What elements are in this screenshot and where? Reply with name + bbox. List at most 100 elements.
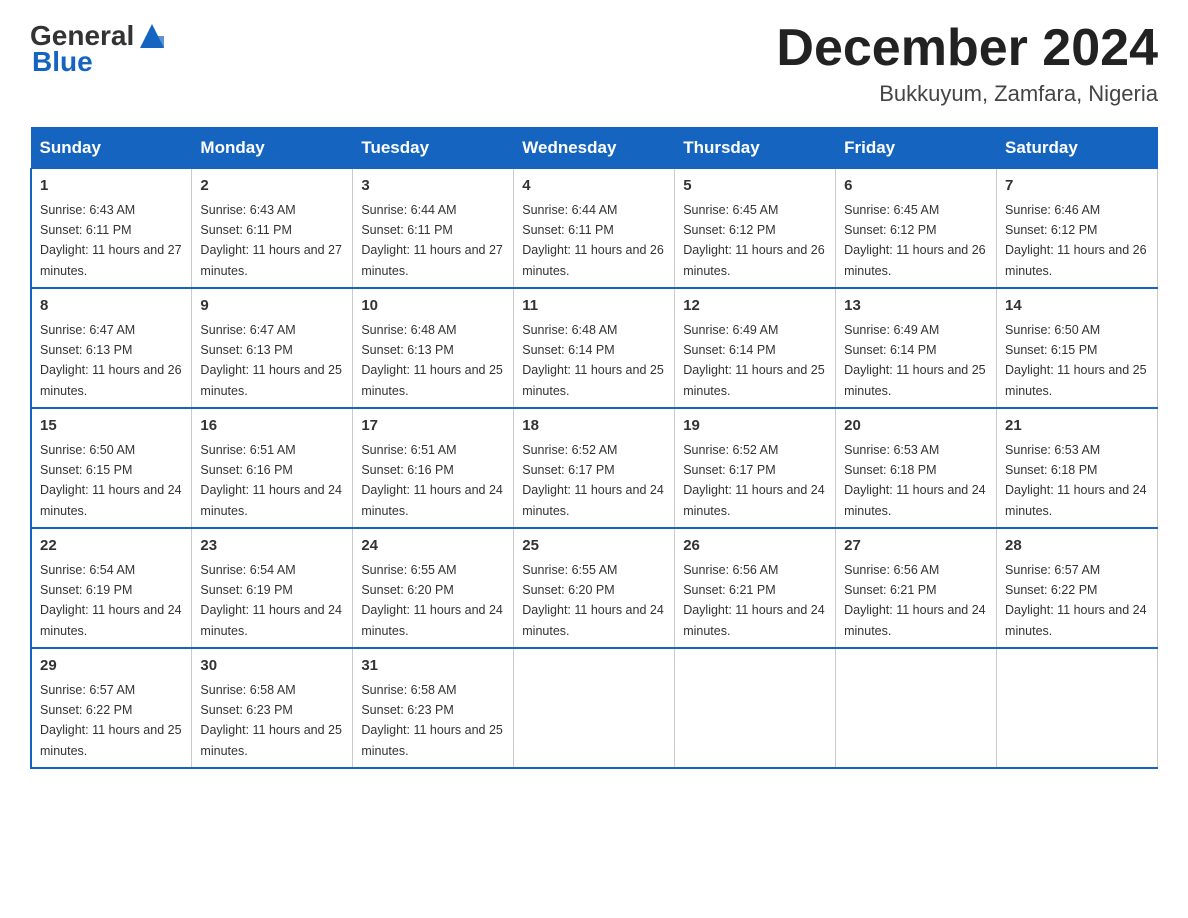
day-cell: 10Sunrise: 6:48 AMSunset: 6:13 PMDayligh…	[353, 288, 514, 408]
day-cell: 16 Sunrise: 6:51 AMSunset: 6:16 PMDayligh…	[192, 408, 353, 528]
calendar-header: SundayMondayTuesdayWednesdayThursdayFrid…	[31, 128, 1158, 169]
day-info: Sunrise: 6:51 AMSunset: 6:16 PMDaylight:…	[361, 443, 503, 518]
calendar-table: SundayMondayTuesdayWednesdayThursdayFrid…	[30, 127, 1158, 769]
header-cell-wednesday: Wednesday	[514, 128, 675, 169]
day-cell	[675, 648, 836, 768]
day-cell: 20 Sunrise: 6:53 AMSunset: 6:18 PMDayligh…	[836, 408, 997, 528]
day-number: 7	[1005, 175, 1149, 198]
day-info: Sunrise: 6:44 AMSunset: 6:11 PMDaylight:…	[361, 203, 503, 278]
day-number: 25	[522, 535, 666, 558]
day-cell: 26 Sunrise: 6:56 AMSunset: 6:21 PMDayligh…	[675, 528, 836, 648]
day-info: Sunrise: 6:47 AMSunset: 6:13 PMDaylight:…	[40, 323, 182, 398]
day-info: Sunrise: 6:50 AMSunset: 6:15 PMDaylight:…	[40, 443, 182, 518]
day-info: Sunrise: 6:49 AMSunset: 6:14 PMDaylight:…	[844, 323, 986, 398]
header-cell-saturday: Saturday	[997, 128, 1158, 169]
day-cell: 27 Sunrise: 6:56 AMSunset: 6:21 PMDayligh…	[836, 528, 997, 648]
header-row: SundayMondayTuesdayWednesdayThursdayFrid…	[31, 128, 1158, 169]
day-info: Sunrise: 6:49 AMSunset: 6:14 PMDaylight:…	[683, 323, 825, 398]
header-cell-thursday: Thursday	[675, 128, 836, 169]
logo-icon	[136, 20, 168, 52]
week-row-2: 8 Sunrise: 6:47 AMSunset: 6:13 PMDaylight…	[31, 288, 1158, 408]
day-cell: 22 Sunrise: 6:54 AMSunset: 6:19 PMDayligh…	[31, 528, 192, 648]
day-number: 31	[361, 655, 505, 678]
day-info: Sunrise: 6:43 AMSunset: 6:11 PMDaylight:…	[40, 203, 182, 278]
week-row-1: 1 Sunrise: 6:43 AMSunset: 6:11 PMDaylight…	[31, 169, 1158, 289]
day-cell: 4 Sunrise: 6:44 AMSunset: 6:11 PMDaylight…	[514, 169, 675, 289]
logo-blue-text: Blue	[32, 46, 93, 78]
day-info: Sunrise: 6:45 AMSunset: 6:12 PMDaylight:…	[844, 203, 986, 278]
day-number: 20	[844, 415, 988, 438]
header-cell-monday: Monday	[192, 128, 353, 169]
day-number: 15	[40, 415, 183, 438]
day-info: Sunrise: 6:45 AMSunset: 6:12 PMDaylight:…	[683, 203, 825, 278]
day-number: 24	[361, 535, 505, 558]
day-cell: 8 Sunrise: 6:47 AMSunset: 6:13 PMDaylight…	[31, 288, 192, 408]
day-info: Sunrise: 6:50 AMSunset: 6:15 PMDaylight:…	[1005, 323, 1147, 398]
day-info: Sunrise: 6:55 AMSunset: 6:20 PMDaylight:…	[522, 563, 664, 638]
day-number: 22	[40, 535, 183, 558]
day-info: Sunrise: 6:54 AMSunset: 6:19 PMDaylight:…	[40, 563, 182, 638]
day-cell: 11 Sunrise: 6:48 AMSunset: 6:14 PMDayligh…	[514, 288, 675, 408]
day-info: Sunrise: 6:56 AMSunset: 6:21 PMDaylight:…	[844, 563, 986, 638]
month-title: December 2024	[776, 20, 1158, 77]
day-number: 17	[361, 415, 505, 438]
header-cell-sunday: Sunday	[31, 128, 192, 169]
week-row-3: 15 Sunrise: 6:50 AMSunset: 6:15 PMDayligh…	[31, 408, 1158, 528]
day-cell: 5 Sunrise: 6:45 AMSunset: 6:12 PMDaylight…	[675, 169, 836, 289]
week-row-4: 22 Sunrise: 6:54 AMSunset: 6:19 PMDayligh…	[31, 528, 1158, 648]
day-number: 5	[683, 175, 827, 198]
day-number: 9	[200, 295, 344, 318]
day-number: 1	[40, 175, 183, 198]
day-info: Sunrise: 6:57 AMSunset: 6:22 PMDaylight:…	[1005, 563, 1147, 638]
day-cell: 17 Sunrise: 6:51 AMSunset: 6:16 PMDayligh…	[353, 408, 514, 528]
day-number: 6	[844, 175, 988, 198]
day-info: Sunrise: 6:46 AMSunset: 6:12 PMDaylight:…	[1005, 203, 1147, 278]
day-number: 30	[200, 655, 344, 678]
day-number: 14	[1005, 295, 1149, 318]
day-cell: 30Sunrise: 6:58 AMSunset: 6:23 PMDayligh…	[192, 648, 353, 768]
page-header: General Blue December 2024 Bukkuyum, Zam…	[30, 20, 1158, 107]
calendar-body: 1 Sunrise: 6:43 AMSunset: 6:11 PMDaylight…	[31, 169, 1158, 769]
day-number: 2	[200, 175, 344, 198]
day-info: Sunrise: 6:55 AMSunset: 6:20 PMDaylight:…	[361, 563, 503, 638]
day-cell	[997, 648, 1158, 768]
day-number: 27	[844, 535, 988, 558]
day-cell: 9Sunrise: 6:47 AMSunset: 6:13 PMDaylight…	[192, 288, 353, 408]
day-number: 8	[40, 295, 183, 318]
day-number: 3	[361, 175, 505, 198]
day-info: Sunrise: 6:52 AMSunset: 6:17 PMDaylight:…	[522, 443, 664, 518]
day-cell: 18 Sunrise: 6:52 AMSunset: 6:17 PMDayligh…	[514, 408, 675, 528]
day-info: Sunrise: 6:53 AMSunset: 6:18 PMDaylight:…	[1005, 443, 1147, 518]
day-cell: 23Sunrise: 6:54 AMSunset: 6:19 PMDayligh…	[192, 528, 353, 648]
day-cell: 2Sunrise: 6:43 AMSunset: 6:11 PMDaylight…	[192, 169, 353, 289]
day-info: Sunrise: 6:58 AMSunset: 6:23 PMDaylight:…	[361, 683, 503, 758]
title-section: December 2024 Bukkuyum, Zamfara, Nigeria	[776, 20, 1158, 107]
day-cell: 15 Sunrise: 6:50 AMSunset: 6:15 PMDayligh…	[31, 408, 192, 528]
day-number: 12	[683, 295, 827, 318]
day-cell: 28Sunrise: 6:57 AMSunset: 6:22 PMDayligh…	[997, 528, 1158, 648]
day-cell: 21Sunrise: 6:53 AMSunset: 6:18 PMDayligh…	[997, 408, 1158, 528]
day-cell: 19Sunrise: 6:52 AMSunset: 6:17 PMDayligh…	[675, 408, 836, 528]
day-cell: 7 Sunrise: 6:46 AMSunset: 6:12 PMDaylight…	[997, 169, 1158, 289]
header-cell-friday: Friday	[836, 128, 997, 169]
day-info: Sunrise: 6:56 AMSunset: 6:21 PMDaylight:…	[683, 563, 825, 638]
day-cell: 6 Sunrise: 6:45 AMSunset: 6:12 PMDaylight…	[836, 169, 997, 289]
day-info: Sunrise: 6:44 AMSunset: 6:11 PMDaylight:…	[522, 203, 664, 278]
day-cell: 24 Sunrise: 6:55 AMSunset: 6:20 PMDayligh…	[353, 528, 514, 648]
day-cell: 13 Sunrise: 6:49 AMSunset: 6:14 PMDayligh…	[836, 288, 997, 408]
day-info: Sunrise: 6:48 AMSunset: 6:14 PMDaylight:…	[522, 323, 664, 398]
header-cell-tuesday: Tuesday	[353, 128, 514, 169]
day-number: 11	[522, 295, 666, 318]
day-cell: 25 Sunrise: 6:55 AMSunset: 6:20 PMDayligh…	[514, 528, 675, 648]
logo: General Blue	[30, 20, 170, 78]
day-number: 4	[522, 175, 666, 198]
day-number: 10	[361, 295, 505, 318]
day-number: 16	[200, 415, 344, 438]
day-number: 18	[522, 415, 666, 438]
day-info: Sunrise: 6:51 AMSunset: 6:16 PMDaylight:…	[200, 443, 342, 518]
day-info: Sunrise: 6:53 AMSunset: 6:18 PMDaylight:…	[844, 443, 986, 518]
location-text: Bukkuyum, Zamfara, Nigeria	[776, 81, 1158, 107]
day-number: 26	[683, 535, 827, 558]
day-number: 13	[844, 295, 988, 318]
day-cell: 3 Sunrise: 6:44 AMSunset: 6:11 PMDaylight…	[353, 169, 514, 289]
